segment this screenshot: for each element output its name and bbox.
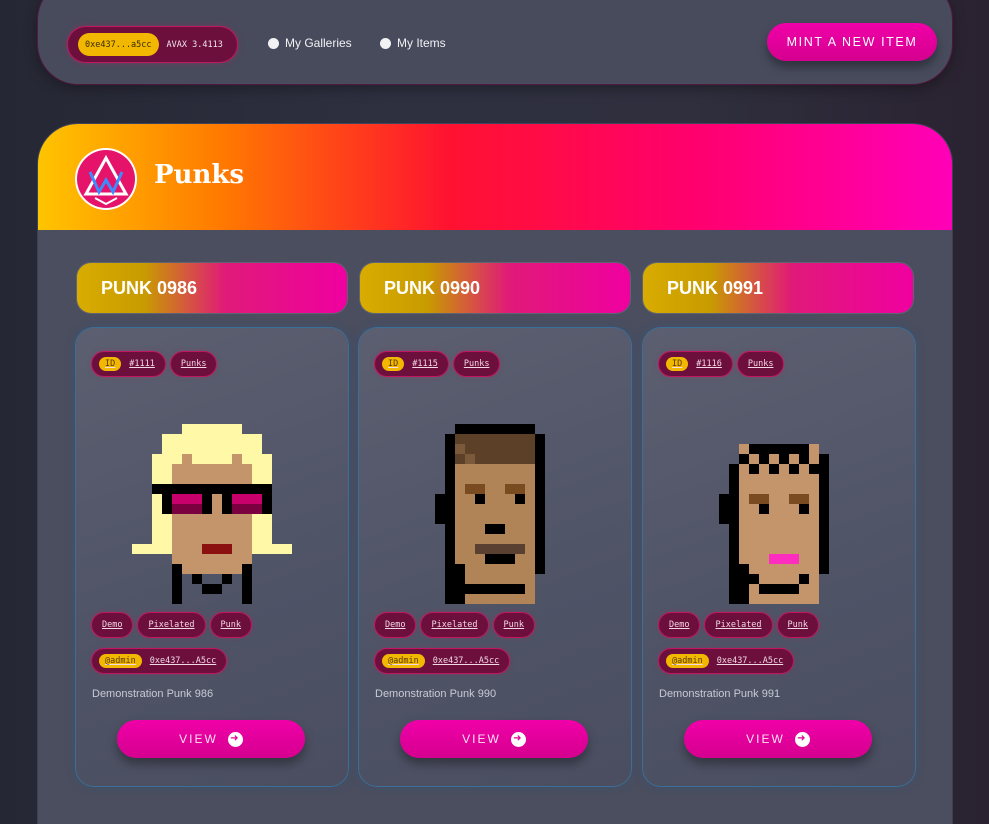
id-chip[interactable]: ID #1116 [659,352,732,376]
collection-chip[interactable]: Punks [453,352,500,376]
owner-address[interactable]: 0xe437...A5cc [150,656,217,666]
wallet-address[interactable]: 0xe437...a5cc [78,33,159,56]
id-label: ID [382,357,405,371]
card-description: Demonstration Punk 991 [659,688,781,700]
id-label: ID [99,357,122,371]
owner-address[interactable]: 0xe437...A5cc [717,656,784,666]
card-title[interactable]: PUNK 0986 [77,263,347,313]
owner-label[interactable]: @admin [666,654,709,668]
id-chip[interactable]: ID #1115 [375,352,448,376]
view-label: VIEW [179,732,218,746]
triangle-v-logo-icon [77,150,135,208]
collection-chip[interactable]: Punks [170,352,217,376]
owner-chip[interactable]: @admin 0xe437...A5cc [92,649,227,673]
wallet-badge[interactable]: 0xe437...a5cc AVAX 3.4113 [68,27,237,62]
tag-chip[interactable]: Pixelated [705,613,772,637]
tag-chip[interactable]: Demo [659,613,700,637]
arrow-right-icon: ➜ [794,731,810,747]
collection-chip[interactable]: Punks [737,352,784,376]
mint-new-item-button[interactable]: MINT A NEW ITEM [767,23,937,61]
id-chip[interactable]: ID #1111 [92,352,165,376]
token-id[interactable]: #1116 [696,359,722,369]
card-description: Demonstration Punk 990 [375,688,497,700]
nft-card: ID #1116 Punks Demo Pixelated Punk @admi… [643,328,915,786]
view-label: VIEW [746,732,785,746]
punk-brown-hair-image[interactable] [415,424,575,604]
arrow-right-icon: ➜ [227,731,243,747]
owner-label[interactable]: @admin [382,654,425,668]
tag-chip[interactable]: Demo [92,613,133,637]
token-id[interactable]: #1111 [129,359,155,369]
wallet-balance: AVAX 3.4113 [166,39,223,50]
arrow-right-icon: ➜ [510,731,526,747]
tag-chip[interactable]: Punk [777,613,819,637]
tag-chip[interactable]: Demo [375,613,416,637]
radio-my-items[interactable]: My Items [380,36,446,50]
id-label: ID [666,357,689,371]
punk-checkered-hair-image[interactable] [699,424,859,604]
view-button[interactable]: VIEW ➜ [684,720,872,758]
tag-chip[interactable]: Punk [210,613,252,637]
gallery-title: Punks [154,160,245,190]
nft-card: ID #1111 Punks Demo Pixelated Punk @admi… [76,328,348,786]
card-description: Demonstration Punk 986 [92,688,214,700]
radio-label: My Galleries [285,36,352,50]
token-id[interactable]: #1115 [412,359,438,369]
radio-circle-icon[interactable] [380,37,391,49]
gallery-header: Punks [38,124,952,230]
tag-chip[interactable]: Pixelated [421,613,488,637]
view-button[interactable]: VIEW ➜ [117,720,305,758]
view-label: VIEW [462,732,501,746]
view-button[interactable]: VIEW ➜ [400,720,588,758]
radio-my-galleries[interactable]: My Galleries [268,36,352,50]
radio-label: My Items [397,36,446,50]
tag-chip[interactable]: Pixelated [138,613,205,637]
card-title[interactable]: PUNK 0991 [643,263,913,313]
owner-address[interactable]: 0xe437...A5cc [433,656,500,666]
card-title[interactable]: PUNK 0990 [360,263,630,313]
tag-chip[interactable]: Punk [493,613,535,637]
owner-chip[interactable]: @admin 0xe437...A5cc [659,649,794,673]
radio-circle-icon[interactable] [268,37,279,49]
nft-card: ID #1115 Punks Demo Pixelated Punk @admi… [359,328,631,786]
owner-chip[interactable]: @admin 0xe437...A5cc [375,649,510,673]
punk-blonde-image[interactable] [132,424,292,604]
owner-label[interactable]: @admin [99,654,142,668]
